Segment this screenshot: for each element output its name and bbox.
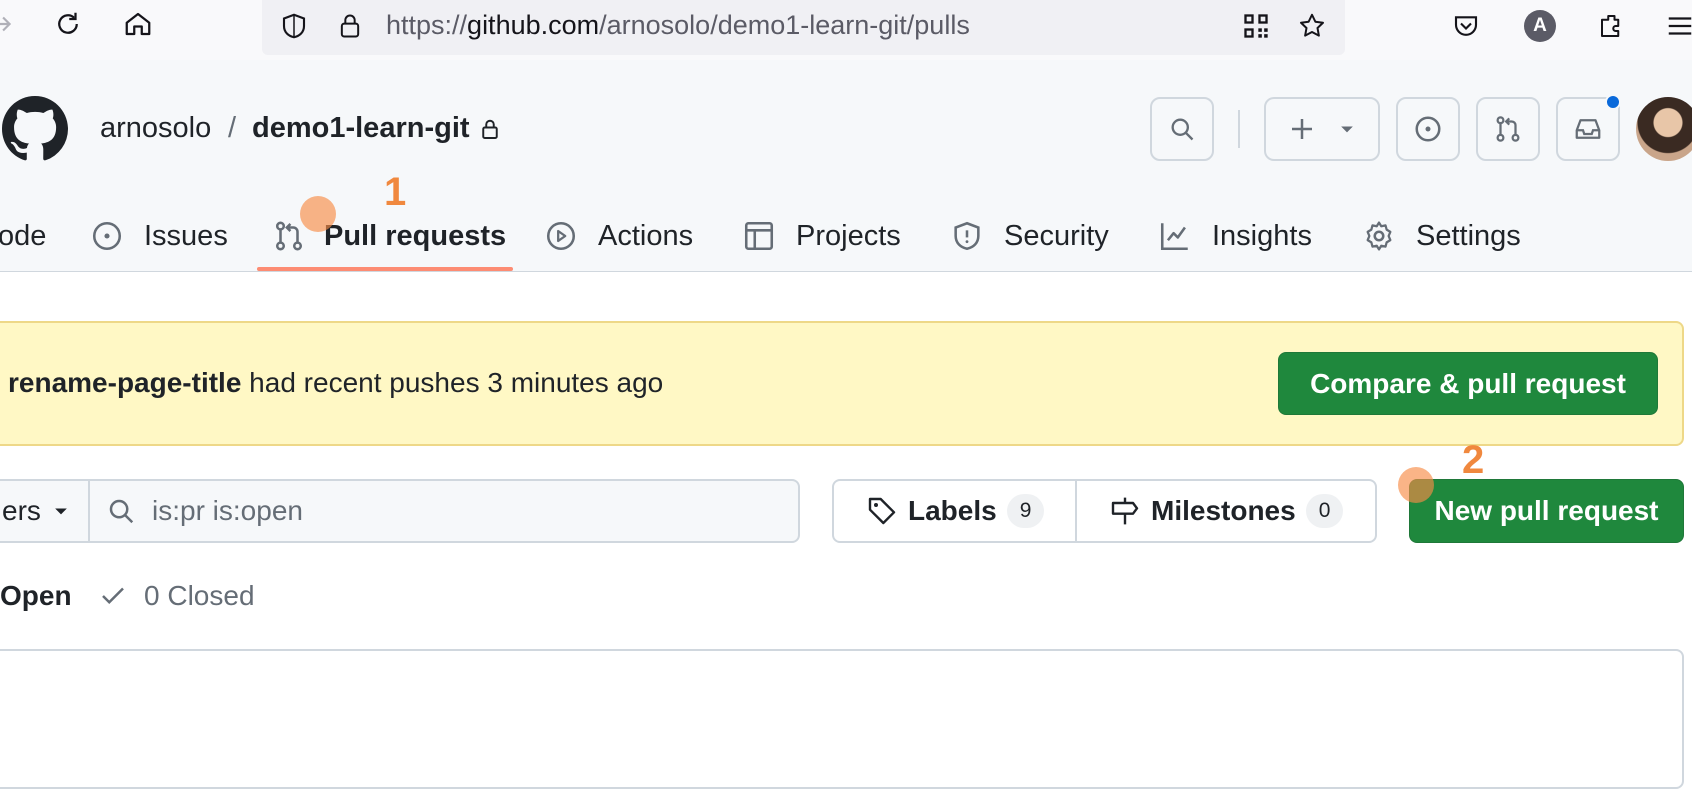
tab-code[interactable]: ode <box>0 208 46 264</box>
open-prs-link[interactable]: Open <box>0 580 72 612</box>
repo-path-separator: / <box>228 112 237 144</box>
search-icon <box>1171 118 1194 141</box>
graph-icon <box>1160 223 1188 251</box>
git-pull-request-icon <box>275 221 303 251</box>
repo-owner-link[interactable]: arnosolo <box>100 112 211 145</box>
pocket-icon[interactable] <box>1446 6 1486 46</box>
tab-code-label: ode <box>0 219 47 252</box>
issue-opened-icon <box>92 221 122 251</box>
account-initial: A <box>1524 10 1556 42</box>
search-button[interactable] <box>1150 97 1214 161</box>
pr-search-input[interactable] <box>152 491 772 531</box>
step-number-2: 2 <box>1462 438 1485 482</box>
closed-label: 0 Closed <box>144 580 255 611</box>
url-prefix: https:// <box>386 10 468 40</box>
filters-dropdown-button[interactable]: ers <box>0 479 90 543</box>
avatar[interactable] <box>1636 97 1692 161</box>
click-marker-1 <box>300 196 336 232</box>
tab-projects-label: Projects <box>796 219 901 252</box>
repo-name-link[interactable]: demo1-learn-git <box>252 112 470 145</box>
tab-actions[interactable]: Actions <box>544 208 693 264</box>
menu-icon[interactable] <box>1660 6 1692 46</box>
inbox-icon <box>1575 119 1601 139</box>
tab-settings-label: Settings <box>1416 219 1521 252</box>
branch-name[interactable]: rename-page-title <box>8 367 241 398</box>
tab-settings[interactable]: Settings <box>1362 208 1521 264</box>
table-icon <box>744 221 774 251</box>
lock-icon[interactable] <box>332 8 368 44</box>
click-marker-2 <box>1398 467 1434 503</box>
git-pull-request-icon <box>1496 116 1520 142</box>
push-status-text: had recent pushes 3 minutes ago <box>241 367 664 398</box>
pull-requests-button[interactable] <box>1476 97 1540 161</box>
compare-pull-request-button[interactable]: Compare & pull request <box>1278 352 1658 415</box>
tab-issues[interactable]: Issues <box>90 208 228 264</box>
url-path: /arnosolo/demo1-learn-git/pulls <box>599 10 970 40</box>
active-tab-underline <box>257 267 513 271</box>
closed-prs-link[interactable]: 0 Closed <box>98 580 255 612</box>
plus-icon <box>1292 119 1312 139</box>
milestones-count: 0 <box>1305 494 1344 528</box>
issues-button[interactable] <box>1396 97 1460 161</box>
url-text[interactable]: https://github.com/arnosolo/demo1-learn-… <box>386 10 970 41</box>
pr-search-box[interactable] <box>88 479 800 543</box>
tag-icon <box>868 497 896 525</box>
triangle-down-icon <box>1341 126 1353 133</box>
labels-label: Labels <box>908 495 997 526</box>
url-domain: github.com <box>467 10 600 40</box>
tab-insights[interactable]: Insights <box>1158 208 1312 264</box>
labels-count: 9 <box>1006 494 1045 528</box>
tab-insights-label: Insights <box>1212 219 1312 252</box>
play-icon <box>546 221 576 251</box>
tab-security-label: Security <box>1004 219 1109 252</box>
github-logo-icon[interactable] <box>2 96 68 162</box>
reload-icon[interactable] <box>48 4 88 44</box>
tab-security[interactable]: Security <box>950 208 1109 264</box>
repo-header: arnosolo / demo1-learn-git ode Issues Pu… <box>0 60 1692 272</box>
gear-icon <box>1366 221 1392 251</box>
milestones-button[interactable]: Milestones 0 <box>1075 479 1377 543</box>
tracking-protection-icon[interactable] <box>276 8 312 44</box>
header-divider <box>1238 110 1240 148</box>
tab-projects[interactable]: Projects <box>742 208 901 264</box>
milestones-label: Milestones <box>1151 495 1296 526</box>
create-new-button[interactable] <box>1264 97 1380 161</box>
url-bar[interactable]: https://github.com/arnosolo/demo1-learn-… <box>262 0 1345 55</box>
issue-opened-icon <box>1415 116 1441 142</box>
triangle-down-icon <box>55 508 67 515</box>
filters-label: ers <box>2 495 41 526</box>
extensions-icon[interactable] <box>1592 6 1632 46</box>
tab-pull-requests-label: Pull requests <box>324 219 507 252</box>
tab-issues-label: Issues <box>144 219 228 252</box>
pull-request-list <box>0 649 1684 789</box>
recent-push-message: rename-page-title had recent pushes 3 mi… <box>8 367 663 399</box>
qr-code-icon[interactable] <box>1238 8 1274 44</box>
bookmark-star-icon[interactable] <box>1294 8 1330 44</box>
new-pull-request-button[interactable]: New pull request <box>1409 479 1684 543</box>
account-icon[interactable]: A <box>1520 6 1560 46</box>
tab-actions-label: Actions <box>598 219 694 252</box>
browser-toolbar: https://github.com/arnosolo/demo1-learn-… <box>0 0 1692 60</box>
private-lock-icon <box>482 119 498 139</box>
step-number-1: 1 <box>384 170 407 214</box>
home-icon[interactable] <box>118 4 158 44</box>
milestone-icon <box>1111 497 1139 525</box>
labels-button[interactable]: Labels 9 <box>832 479 1077 543</box>
check-icon <box>102 587 124 605</box>
search-icon <box>109 499 134 524</box>
shield-icon <box>954 221 980 251</box>
open-label: Open <box>0 580 72 611</box>
forward-icon[interactable] <box>0 4 22 44</box>
notification-indicator <box>1605 94 1621 110</box>
